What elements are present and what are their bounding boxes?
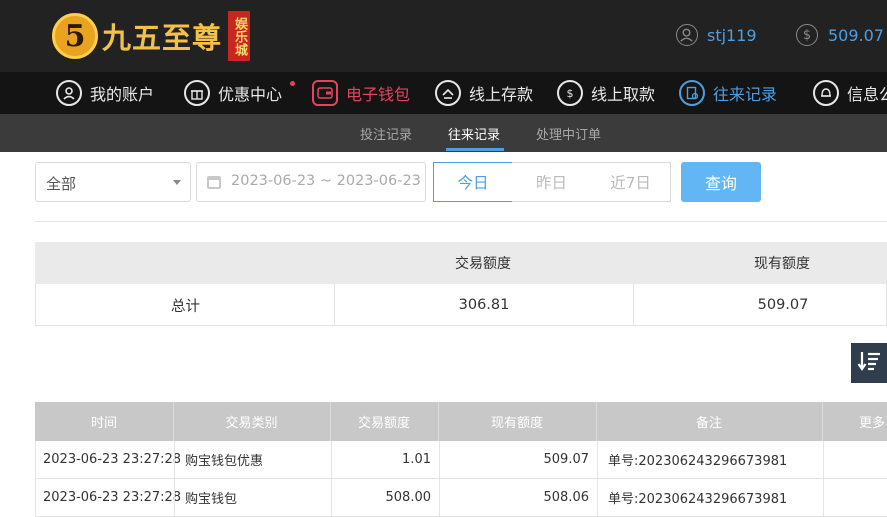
- nav-item-label: 线上取款: [591, 85, 656, 104]
- svg-text:$: $: [567, 87, 574, 100]
- summary-header: 交易额度 现有额度: [35, 242, 887, 284]
- balance-value: 509.07: [828, 25, 884, 45]
- logo-badge-icon: 5: [52, 13, 98, 59]
- cell-type: 购宝钱包优惠: [185, 454, 264, 469]
- notification-dot: [290, 81, 295, 86]
- nav-item-label: 线上存款: [469, 85, 534, 104]
- divider: [174, 479, 175, 516]
- divider: [597, 479, 598, 516]
- cell-balance: 508.06: [543, 490, 590, 505]
- column-header-more[interactable]: 更多: [822, 402, 887, 441]
- user-icon: [56, 80, 82, 106]
- bell-icon: [813, 80, 839, 106]
- divider: [823, 441, 824, 478]
- main-nav: 我的账户 优惠中心 电子钱包 线上存款 $ 线上取款 往来记录 信息公: [0, 72, 887, 114]
- nav-item-withdraw[interactable]: $ 线上取款: [557, 79, 655, 107]
- divider: [35, 221, 887, 222]
- type-select-value: 全部: [46, 175, 77, 193]
- chevron-down-icon: [173, 180, 181, 185]
- cell-remark: 单号:202306243296673981: [608, 454, 788, 469]
- nav-item-messages[interactable]: 信息公: [813, 79, 887, 107]
- records-icon: [679, 80, 705, 106]
- today-button[interactable]: 今日: [433, 162, 513, 202]
- brand-name: 九五至尊: [102, 21, 223, 55]
- column-header-type[interactable]: 交易类别: [173, 402, 330, 441]
- nav-item-e-wallet[interactable]: 电子钱包: [312, 79, 410, 107]
- cell-type: 购宝钱包: [185, 492, 238, 507]
- divider: [597, 441, 598, 478]
- summary-header-amount: 交易额度: [455, 256, 511, 272]
- table-row[interactable]: 2023-06-23 23:27:28 购宝钱包优惠 1.01 509.07 单…: [35, 441, 887, 479]
- tab-bet-records[interactable]: 投注记录: [360, 124, 412, 143]
- tab-pending-orders[interactable]: 处理中订单: [536, 124, 601, 143]
- last-7-days-button[interactable]: 近7日: [591, 162, 671, 202]
- table-header: 时间 交易类别 交易额度 现有额度 备注 更多: [35, 402, 887, 441]
- cell-time: 2023-06-23 23:27:28: [43, 490, 182, 505]
- nav-item-label: 往来记录: [713, 85, 778, 104]
- withdraw-icon: $: [557, 80, 583, 106]
- summary-total-label: 总计: [171, 298, 200, 315]
- sort-icon: [857, 349, 881, 377]
- column-header-remark[interactable]: 备注: [596, 402, 822, 441]
- username: stj119: [707, 25, 757, 45]
- calendar-icon: [207, 176, 221, 189]
- wallet-icon: [312, 80, 338, 106]
- divider: [174, 441, 175, 478]
- nav-item-deposit[interactable]: 线上存款: [435, 79, 533, 107]
- nav-item-label: 电子钱包: [346, 85, 411, 104]
- date-range-value: 2023-06-23 ~ 2023-06-23: [231, 173, 421, 189]
- nav-item-my-account[interactable]: 我的账户: [56, 79, 154, 107]
- column-header-time[interactable]: 时间: [35, 402, 173, 441]
- cell-amount: 508.00: [385, 490, 432, 505]
- summary-row: 总计 306.81 509.07: [35, 284, 887, 326]
- user-icon: [676, 24, 698, 46]
- divider: [823, 479, 824, 516]
- nav-item-records[interactable]: 往来记录: [679, 79, 777, 107]
- column-header-balance[interactable]: 现有额度: [438, 402, 596, 441]
- cell-amount: 1.01: [402, 452, 431, 467]
- yesterday-button[interactable]: 昨日: [512, 162, 592, 202]
- date-range-input[interactable]: 2023-06-23 ~ 2023-06-23: [196, 162, 426, 202]
- summary-header-balance: 现有额度: [754, 256, 810, 272]
- summary-table: 交易额度 现有额度 总计 306.81 509.07: [35, 242, 887, 326]
- top-bar: 5 九五至尊 娱乐城 stj119 $ 509.07: [0, 0, 887, 72]
- summary-total-amount: 306.81: [458, 297, 510, 313]
- table-row[interactable]: 2023-06-23 23:27:28 购宝钱包 508.00 508.06 单…: [35, 479, 887, 517]
- gift-icon: [184, 80, 210, 106]
- sort-button[interactable]: [851, 343, 887, 383]
- brand-logo[interactable]: 5 九五至尊 娱乐城: [52, 8, 251, 64]
- nav-item-label: 信息公: [847, 85, 887, 104]
- column-header-amount[interactable]: 交易额度: [330, 402, 438, 441]
- dollar-icon: $: [796, 24, 818, 46]
- query-button[interactable]: 查询: [681, 162, 761, 202]
- transactions-table: 时间 交易类别 交易额度 现有额度 备注 更多 2023-06-23 23:27…: [35, 402, 887, 517]
- active-tab-indicator: [446, 148, 504, 151]
- nav-item-label: 优惠中心: [218, 85, 283, 104]
- cell-remark: 单号:202306243296673981: [608, 492, 788, 507]
- summary-total-balance: 509.07: [757, 297, 809, 313]
- cell-balance: 509.07: [543, 452, 590, 467]
- type-select[interactable]: 全部: [35, 162, 191, 202]
- deposit-icon: [435, 80, 461, 106]
- nav-item-promotions[interactable]: 优惠中心: [184, 79, 282, 107]
- user-account[interactable]: stj119: [676, 24, 757, 46]
- tab-transaction-records[interactable]: 往来记录: [448, 124, 500, 143]
- brand-tag: 娱乐城: [228, 11, 251, 61]
- nav-item-label: 我的账户: [90, 85, 155, 104]
- cell-time: 2023-06-23 23:27:28: [43, 452, 182, 467]
- account-balance[interactable]: $ 509.07: [796, 24, 884, 46]
- sub-nav: 投注记录 往来记录 处理中订单: [0, 114, 887, 152]
